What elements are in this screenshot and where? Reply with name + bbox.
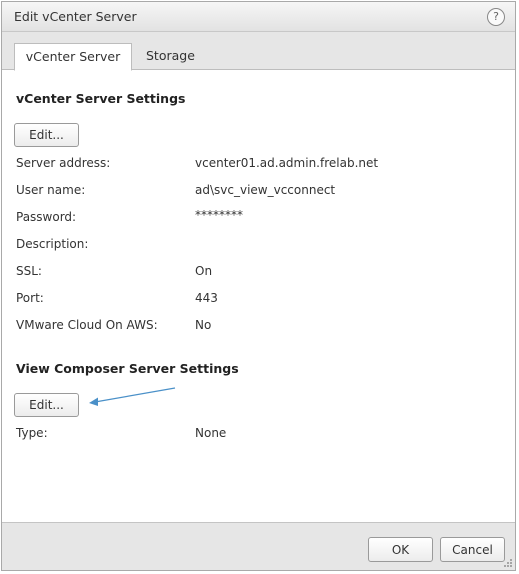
password-label: Password: — [16, 210, 77, 224]
composer-edit-button[interactable]: Edit... — [14, 393, 79, 417]
tab-storage[interactable]: Storage — [146, 43, 195, 70]
tab-bar: vCenter Server Storage — [2, 32, 515, 71]
tab-vcenter-server[interactable]: vCenter Server — [14, 43, 132, 71]
user-name-value: ad\svc_view_vcconnect — [195, 183, 336, 197]
description-label: Description: — [16, 237, 89, 251]
help-icon[interactable]: ? — [487, 8, 505, 26]
server-address-label: Server address: — [16, 156, 111, 170]
edit-vcenter-dialog: Edit vCenter Server ? vCenter Server Sto… — [1, 1, 516, 571]
server-address-value: vcenter01.ad.admin.frelab.net — [195, 156, 379, 170]
port-value: 443 — [195, 291, 218, 305]
vcenter-settings-heading: vCenter Server Settings — [16, 91, 186, 106]
vmware-cloud-aws-value: No — [195, 318, 212, 332]
vmware-cloud-aws-label: VMware Cloud On AWS: — [16, 318, 158, 332]
ssl-label: SSL: — [16, 264, 42, 278]
dialog-title: Edit vCenter Server — [14, 9, 137, 24]
ssl-value: On — [195, 264, 213, 278]
resize-grip-icon[interactable] — [503, 558, 513, 568]
password-value: ******** — [195, 208, 243, 222]
annotation-arrow-icon — [89, 387, 176, 406]
composer-type-label: Type: — [16, 426, 48, 440]
port-label: Port: — [16, 291, 44, 305]
vcenter-edit-button[interactable]: Edit... — [14, 123, 79, 147]
dialog-titlebar[interactable]: Edit vCenter Server ? — [2, 2, 515, 32]
dialog-footer: OK Cancel — [2, 522, 515, 570]
user-name-label: User name: — [16, 183, 86, 197]
cancel-button[interactable]: Cancel — [440, 537, 505, 562]
ok-button[interactable]: OK — [368, 537, 433, 562]
composer-settings-heading: View Composer Server Settings — [16, 361, 239, 376]
composer-type-value: None — [195, 426, 227, 440]
